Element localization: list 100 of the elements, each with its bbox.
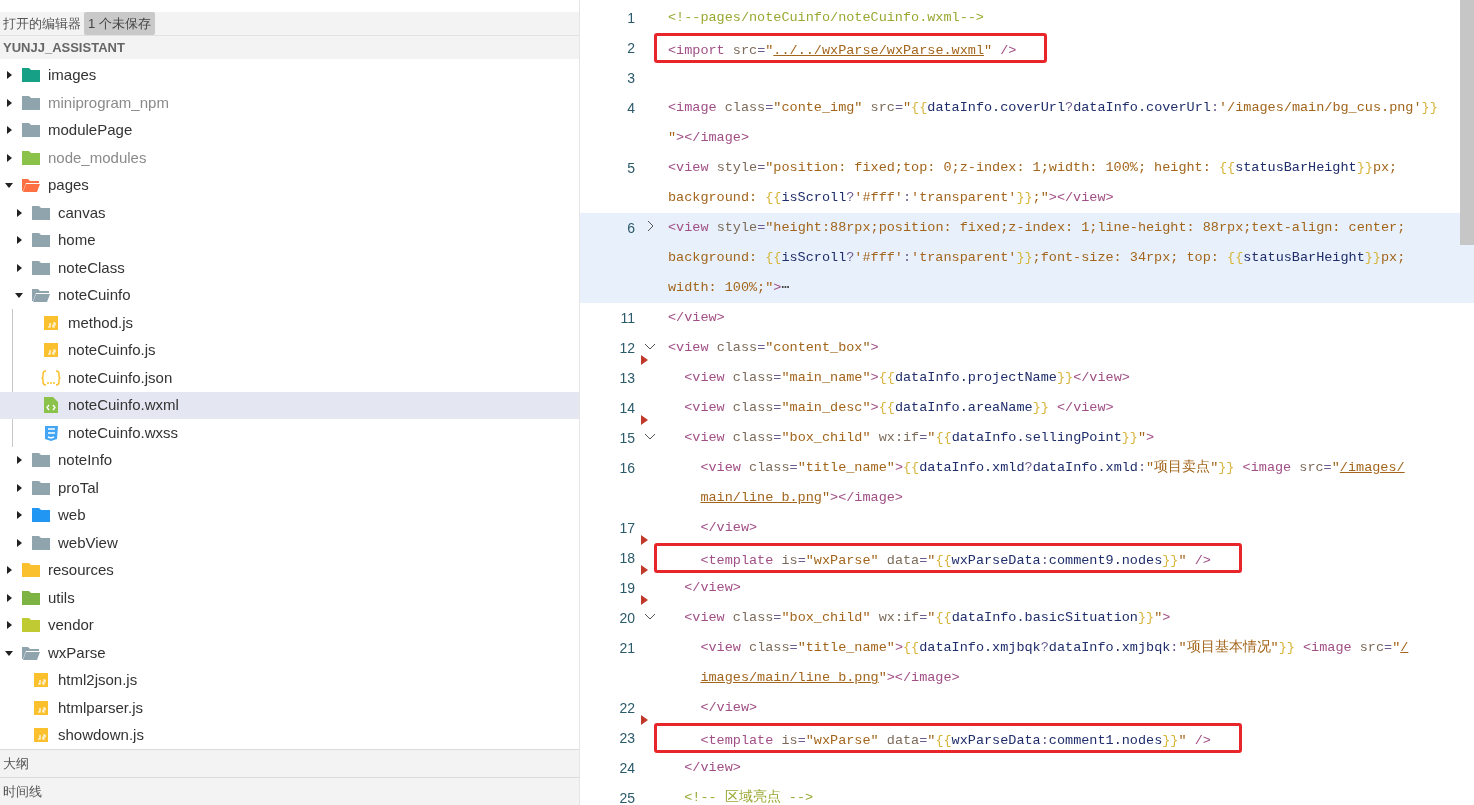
- caret-down-icon[interactable]: [5, 181, 13, 190]
- folder-row[interactable]: modulePage: [0, 116, 579, 144]
- folder-row[interactable]: noteClass: [0, 254, 579, 282]
- project-title[interactable]: YUNJJ_ASSISTANT: [3, 37, 125, 58]
- caret-right-icon[interactable]: [15, 236, 23, 245]
- caret-right-icon[interactable]: [5, 71, 13, 80]
- file-row[interactable]: noteCuinfo.wxss: [0, 419, 579, 447]
- file-row[interactable]: html2json.js: [0, 666, 579, 694]
- code-line: "></image>: [668, 129, 751, 147]
- code-line: main/line_b.png"></image>: [699, 489, 904, 507]
- unsaved-badge: 1 个未保存: [84, 11, 155, 36]
- folder-row[interactable]: webView: [0, 529, 579, 557]
- caret-down-icon[interactable]: [5, 648, 13, 657]
- code-line: <view class="title_name">{{dataInfo.xmld?dataInfo.xmld:"项目卖点"}} <image src="/images/: [699, 458, 1405, 477]
- folder-row[interactable]: images: [0, 61, 579, 89]
- code-line: <view style="position: fixed;top: 0;z-index: 1;width: 100%; height: {{statusBarHeight}}px;: [668, 159, 1398, 177]
- file-row[interactable]: noteCuinfo.json: [0, 364, 579, 392]
- code-line: <view class="content_box">: [668, 339, 879, 357]
- folder-row[interactable]: vendor: [0, 611, 579, 639]
- folder-row[interactable]: web: [0, 501, 579, 529]
- line-number: 19: [618, 579, 635, 598]
- caret-right-icon[interactable]: [15, 483, 23, 492]
- line-number: 25: [618, 789, 635, 805]
- line-number: 15: [618, 429, 635, 448]
- line-number: 6: [626, 219, 635, 238]
- code-line: </view>: [699, 699, 758, 717]
- line-number: 4: [626, 99, 635, 118]
- line-number: 12: [618, 339, 635, 358]
- scrollbar-thumb[interactable]: [1460, 0, 1474, 245]
- folder-row[interactable]: canvas: [0, 199, 579, 227]
- file-row[interactable]: showdown.js: [0, 721, 579, 749]
- code-line: </view>: [683, 579, 741, 597]
- caret-right-icon[interactable]: [15, 456, 23, 465]
- line-number: 20: [618, 609, 635, 628]
- section-title[interactable]: 打开的编辑器: [3, 13, 81, 34]
- code-file-icon: [43, 396, 59, 415]
- css-file-icon: [43, 423, 59, 442]
- code-line: width: 100%;">⋯: [668, 279, 791, 297]
- code-line: <view class="main_name">{{dataInfo.projectName}}</view>: [683, 369, 1130, 387]
- line-number: 24: [618, 759, 635, 778]
- line-number: 21: [618, 639, 635, 658]
- line-number: 23: [618, 729, 635, 748]
- caret-right-icon[interactable]: [15, 208, 23, 217]
- file-row[interactable]: method.js: [0, 309, 579, 337]
- folder-row[interactable]: noteCuinfo: [0, 281, 579, 309]
- folder-row[interactable]: miniprogram_npm: [0, 89, 579, 117]
- panel-title[interactable]: 大纲: [3, 753, 29, 774]
- line-number: 3: [626, 69, 635, 88]
- panel-title[interactable]: 时间线: [3, 781, 42, 802]
- line-number: 2: [626, 39, 635, 58]
- file-row[interactable]: noteCuinfo.js: [0, 336, 579, 364]
- caret-right-icon[interactable]: [15, 263, 23, 272]
- code-line: <view class="main_desc">{{dataInfo.areaName}} </view>: [683, 399, 1114, 417]
- code-line: background: {{isScroll?'#fff':'transparent'}};"></view>: [668, 189, 1115, 207]
- caret-right-icon[interactable]: [15, 538, 23, 547]
- js-file-icon: [33, 727, 49, 744]
- folder-row[interactable]: node_modules: [0, 144, 579, 172]
- line-number: 17: [618, 519, 635, 538]
- code-line: </view>: [683, 759, 741, 777]
- line-number: 11: [619, 309, 635, 328]
- caret-down-icon[interactable]: [15, 291, 23, 300]
- folder-row[interactable]: resources: [0, 556, 579, 584]
- caret-right-icon[interactable]: [5, 98, 13, 107]
- caret-right-icon[interactable]: [5, 593, 13, 602]
- folder-row[interactable]: proTal: [0, 474, 579, 502]
- line-number: 18: [618, 549, 635, 568]
- js-file-icon: [33, 699, 49, 716]
- braces-file-icon: [41, 369, 61, 386]
- caret-right-icon[interactable]: [5, 126, 13, 135]
- code-line: <!--pages/noteCuinfo/noteCuinfo.wxml-->: [668, 9, 984, 27]
- folder-row[interactable]: noteInfo: [0, 446, 579, 474]
- folder-row[interactable]: wxParse: [0, 639, 579, 667]
- code-line: <view class="box_child" wx:if="{{dataInfo.sellingPoint}}">: [683, 429, 1155, 447]
- line-number: 16: [618, 459, 635, 478]
- caret-right-icon[interactable]: [15, 511, 23, 520]
- code-line: <image class="conte_img" src="{{dataInfo.coverUrl?dataInfo.coverUrl:'/images/main/bg_cus.png'}}: [668, 99, 1438, 117]
- code-line: </view>: [668, 309, 725, 327]
- folder-row[interactable]: pages: [0, 171, 579, 199]
- code-line: <view style="height:88rpx;position: fixed;z-index: 1;line-height: 88rpx;text-align: center;: [668, 219, 1406, 237]
- caret-right-icon[interactable]: [5, 566, 13, 575]
- line-number: 13: [618, 369, 635, 388]
- code-line: </view>: [699, 519, 758, 537]
- code-line: <!-- 区域亮点 -->: [683, 788, 814, 805]
- js-file-icon: [33, 672, 49, 689]
- line-number: 14: [618, 399, 635, 418]
- file-row[interactable]: htmlparser.js: [0, 694, 579, 722]
- js-file-icon: [43, 342, 59, 359]
- js-file-icon: [43, 314, 59, 331]
- code-line: images/main/line_b.png"></image>: [699, 669, 961, 687]
- line-number: 1: [626, 9, 635, 28]
- line-number: 22: [618, 699, 635, 718]
- code-line: background: {{isScroll?'#fff':'transparent'}};font-size: 34rpx; top: {{statusBarHeight}}px;: [668, 249, 1406, 267]
- code-line: <view class="title_name">{{dataInfo.xmjbqk?dataInfo.xmjbqk:"项目基本情况"}} <image src="/: [699, 638, 1409, 657]
- folder-row[interactable]: utils: [0, 584, 579, 612]
- code-line: <view class="box_child" wx:if="{{dataInfo.basicSituation}}">: [683, 609, 1171, 627]
- caret-right-icon[interactable]: [5, 621, 13, 630]
- file-row[interactable]: noteCuinfo.wxml: [0, 391, 579, 419]
- folder-row[interactable]: home: [0, 226, 579, 254]
- line-number: 5: [626, 159, 635, 178]
- caret-right-icon[interactable]: [5, 153, 13, 162]
